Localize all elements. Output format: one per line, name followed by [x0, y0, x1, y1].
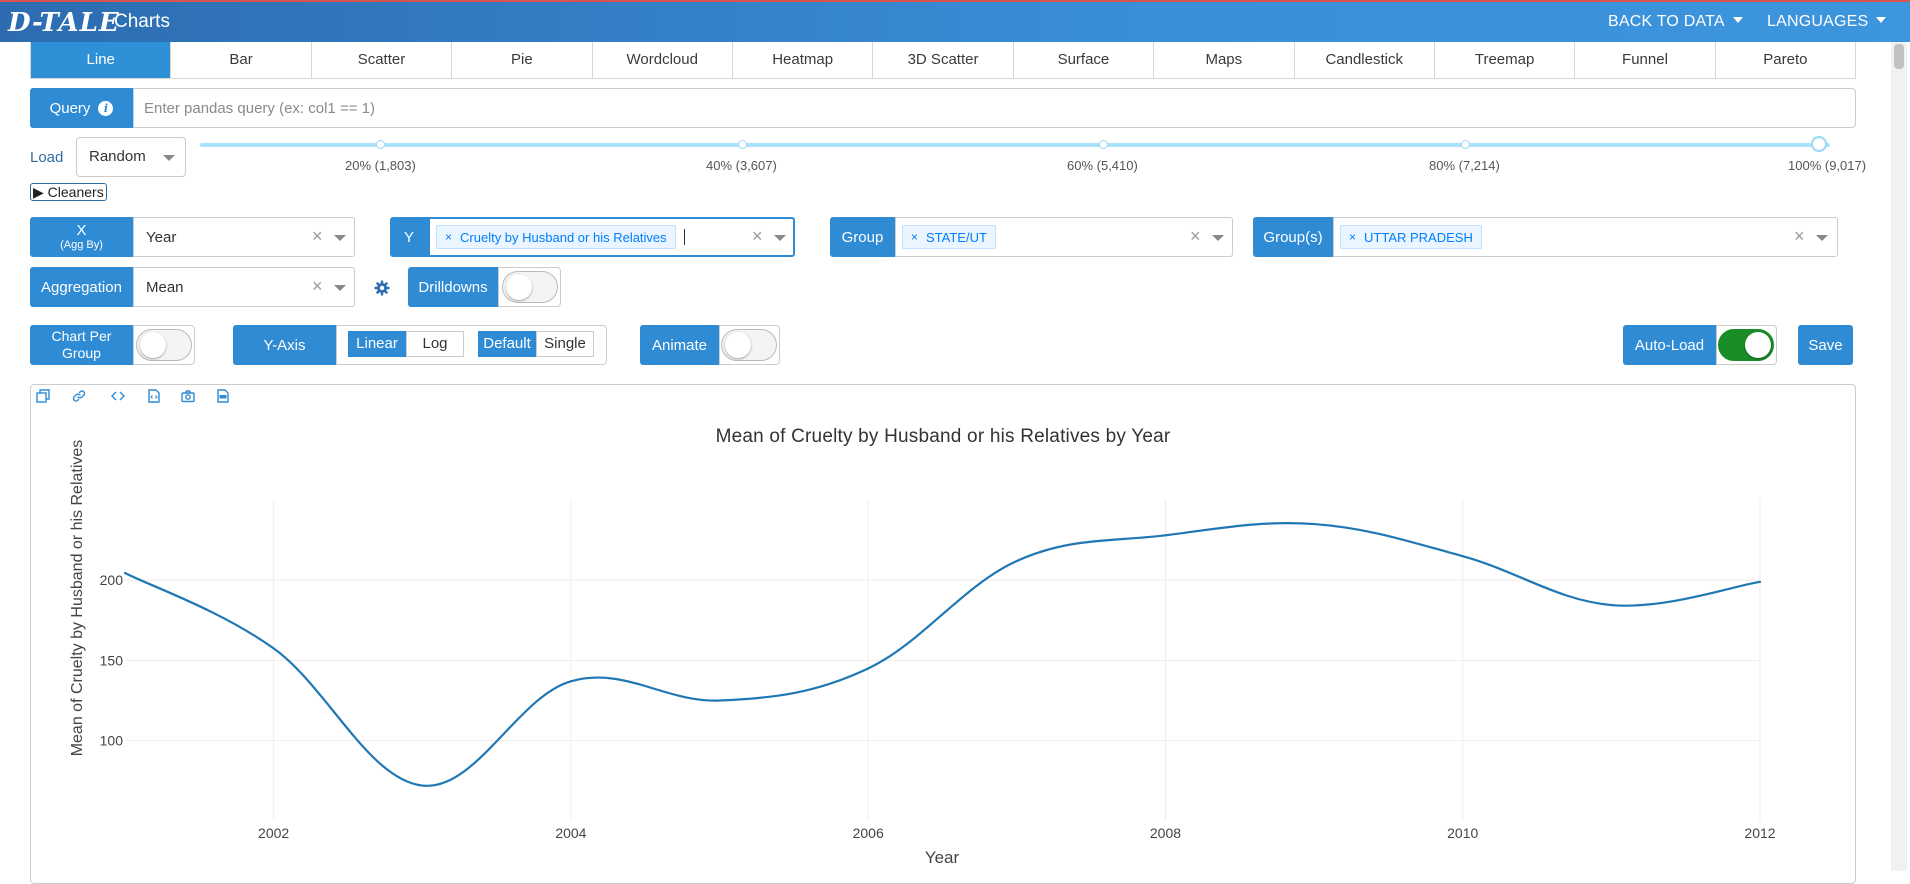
data-point [1610, 603, 1613, 607]
x-tick-label: 2006 [853, 825, 884, 841]
line-chart: 2002 2004 2006 2008 2010 2012 100 150 200 [100, 500, 1776, 841]
y-tick-label: 100 [100, 733, 124, 749]
data-point [123, 571, 127, 575]
data-point [1312, 522, 1316, 526]
data-point [1015, 559, 1018, 563]
x-tick-label: 2010 [1447, 825, 1478, 841]
data-point [1758, 580, 1762, 583]
page-scrollbar[interactable] [1891, 42, 1907, 871]
x-tick-label: 2002 [258, 825, 289, 841]
data-point [272, 647, 275, 650]
data-point [1461, 555, 1464, 558]
scrollbar-thumb[interactable] [1894, 44, 1904, 69]
y-tick-label: 150 [100, 652, 124, 668]
series-line [124, 522, 1761, 787]
data-point [718, 699, 721, 702]
data-point [1164, 534, 1167, 537]
y-tick-label: 200 [100, 572, 124, 588]
data-point [569, 680, 573, 683]
x-tick-label: 2008 [1150, 825, 1181, 841]
x-tick-label: 2004 [555, 825, 586, 841]
data-point [421, 784, 424, 787]
data-point [867, 667, 870, 670]
x-tick-label: 2012 [1744, 825, 1775, 841]
